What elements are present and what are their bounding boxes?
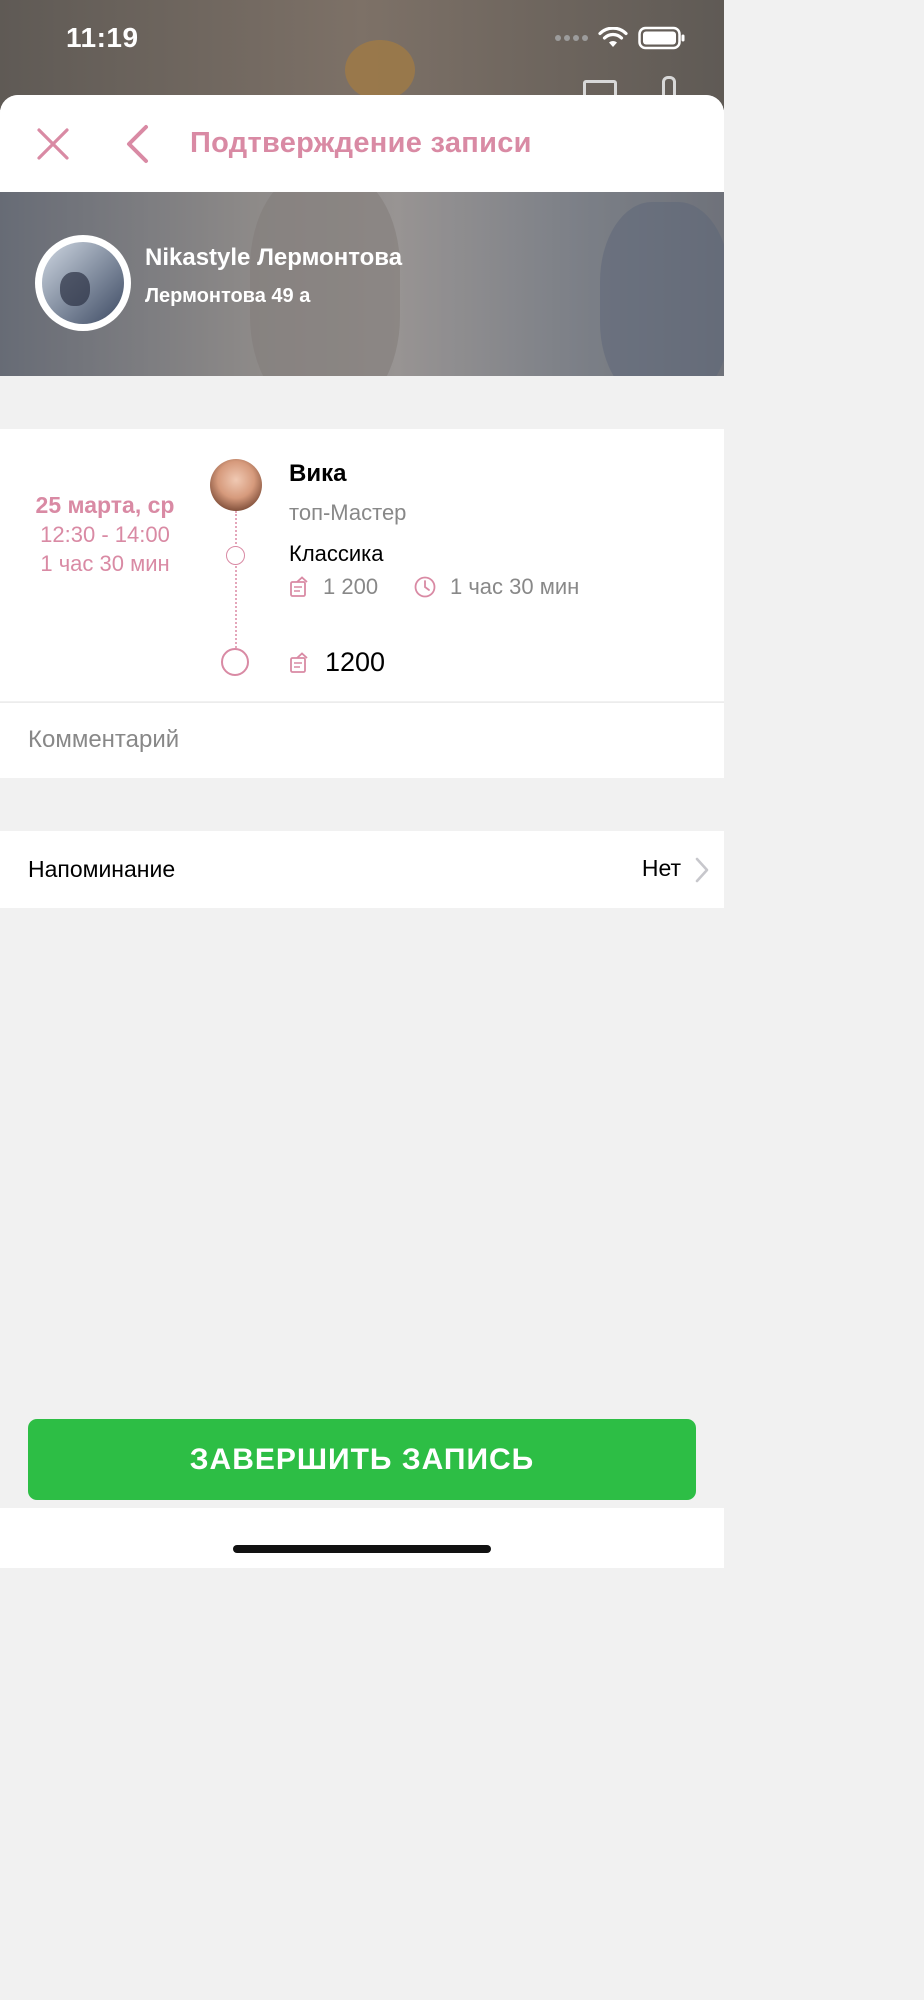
service-duration-value: 1 час 30 мин	[450, 574, 580, 599]
signal-icon	[555, 35, 588, 41]
chevron-right-icon	[695, 857, 709, 883]
timeline-end-dot	[221, 648, 249, 676]
master-role: топ-Мастер	[289, 500, 407, 525]
master-avatar	[210, 459, 262, 511]
close-icon	[37, 128, 69, 160]
salon-banner: Nikastyle Лермонтова Лермонтова 49 а	[0, 192, 724, 376]
reminder-value: Нет	[641, 855, 681, 881]
status-time: 11:19	[66, 22, 139, 53]
price-tag-icon	[290, 576, 308, 597]
service-name: Классика	[289, 541, 384, 566]
appointment-datetime: 25 марта, ср 12:30 - 14:00 1 час 30 мин	[28, 491, 182, 578]
close-button[interactable]	[28, 119, 78, 169]
clock-icon	[414, 576, 436, 598]
comment-placeholder: Комментарий	[28, 726, 180, 753]
salon-address: Лермонтова 49 а	[145, 285, 311, 307]
booking-sheet: Подтверждение записи Nikastyle Лермонтов…	[0, 95, 724, 1568]
price-tag-icon	[290, 651, 308, 673]
total-price: 1200	[289, 647, 385, 678]
battery-icon	[638, 26, 685, 50]
bottom-bar	[0, 1508, 724, 1568]
salon-name: Nikastyle Лермонтова	[145, 244, 403, 271]
timeline-dot	[226, 546, 245, 565]
status-icons	[555, 26, 686, 50]
master-name: Вика	[289, 460, 347, 487]
appointment-date: 25 марта, ср	[35, 492, 175, 518]
page-title: Подтверждение записи	[190, 127, 532, 159]
home-indicator	[233, 1545, 491, 1553]
wifi-icon	[598, 27, 628, 47]
appointment-time: 12:30 - 14:00	[40, 522, 170, 547]
back-button[interactable]	[112, 119, 162, 169]
finish-booking-button[interactable]: ЗАВЕРШИТЬ ЗАПИСЬ	[28, 1419, 696, 1500]
salon-avatar	[35, 235, 131, 331]
appointment-card: 25 марта, ср 12:30 - 14:00 1 час 30 мин …	[0, 429, 724, 701]
background-photo	[0, 0, 724, 110]
chevron-left-icon	[127, 125, 148, 163]
reminder-label: Напоминание	[28, 856, 176, 882]
total-price-value: 1200	[325, 647, 386, 677]
appointment-duration: 1 час 30 мин	[40, 551, 170, 576]
service-price-value: 1 200	[323, 574, 379, 599]
reminder-row[interactable]: Напоминание Нет	[0, 831, 724, 908]
comment-field[interactable]: Комментарий	[0, 702, 724, 778]
timeline-line	[235, 511, 237, 659]
header: Подтверждение записи	[0, 95, 724, 192]
service-price: 1 200	[289, 574, 378, 600]
service-duration: 1 час 30 мин	[414, 574, 579, 600]
